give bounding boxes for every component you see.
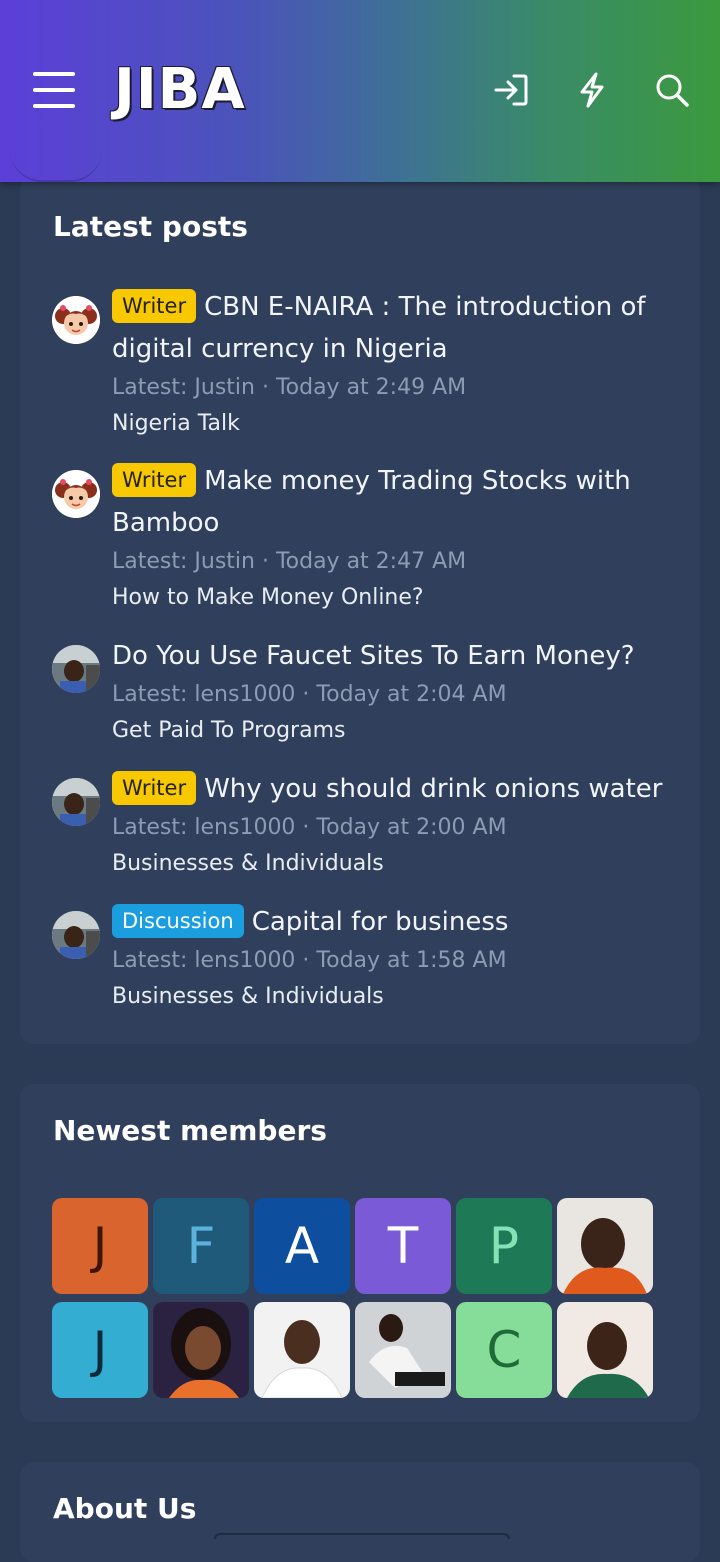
menu-icon[interactable]: [33, 72, 77, 108]
member-avatar[interactable]: T: [355, 1198, 451, 1294]
whats-new-icon[interactable]: [572, 70, 612, 110]
latest-posts-title: Latest posts: [53, 210, 248, 243]
avatar[interactable]: [52, 296, 100, 344]
member-avatar[interactable]: [557, 1198, 653, 1294]
post-meta[interactable]: Latest: lens1000 · Today at 2:00 AM: [112, 810, 672, 846]
member-avatar[interactable]: [557, 1302, 653, 1398]
avatar[interactable]: [52, 911, 100, 959]
post-item[interactable]: Discussion Capital for business Latest: l…: [52, 904, 672, 1031]
post-forum[interactable]: How to Make Money Online?: [112, 580, 672, 616]
post-item[interactable]: Writer CBN E-NAIRA : The introduction of …: [52, 289, 672, 456]
member-avatar[interactable]: [153, 1302, 249, 1398]
post-meta[interactable]: Latest: Justin · Today at 2:47 AM: [112, 544, 672, 580]
post-meta[interactable]: Latest: Justin · Today at 2:49 AM: [112, 370, 672, 406]
post-title[interactable]: Writer Why you should drink onions water: [112, 768, 672, 810]
avatar[interactable]: [52, 645, 100, 693]
post-forum[interactable]: Get Paid To Programs: [112, 713, 672, 749]
member-avatar[interactable]: A: [254, 1198, 350, 1294]
top-header: JIBA: [0, 0, 720, 182]
newest-members-card: Newest members J F A T P J C: [20, 1084, 700, 1422]
member-avatar[interactable]: F: [153, 1198, 249, 1294]
post-title-text[interactable]: Do You Use Faucet Sites To Earn Money?: [112, 641, 635, 671]
post-meta[interactable]: Latest: lens1000 · Today at 2:04 AM: [112, 677, 672, 713]
about-image-frame: [214, 1533, 510, 1539]
post-title[interactable]: Do You Use Faucet Sites To Earn Money?: [112, 635, 672, 677]
post-forum[interactable]: Businesses & Individuals: [112, 979, 672, 1015]
member-avatar[interactable]: [355, 1302, 451, 1398]
post-item[interactable]: Do You Use Faucet Sites To Earn Money? L…: [52, 641, 672, 765]
post-meta[interactable]: Latest: lens1000 · Today at 1:58 AM: [112, 943, 672, 979]
avatar[interactable]: [52, 470, 100, 518]
search-icon[interactable]: [652, 70, 692, 110]
avatar[interactable]: [52, 778, 100, 826]
newest-members-title: Newest members: [53, 1114, 327, 1147]
post-forum[interactable]: Nigeria Talk: [112, 406, 672, 442]
member-avatar[interactable]: C: [456, 1302, 552, 1398]
member-avatar[interactable]: J: [52, 1302, 148, 1398]
post-title[interactable]: Writer Make money Trading Stocks with Bam…: [112, 460, 672, 544]
member-avatar[interactable]: P: [456, 1198, 552, 1294]
about-us-title: About Us: [53, 1492, 197, 1525]
writer-badge: Writer: [112, 463, 197, 497]
post-title-text[interactable]: Capital for business: [252, 907, 509, 937]
post-title[interactable]: Writer CBN E-NAIRA : The introduction of …: [112, 286, 672, 370]
login-icon[interactable]: [492, 70, 532, 110]
post-title-text[interactable]: Why you should drink onions water: [204, 774, 662, 804]
post-item[interactable]: Writer Why you should drink onions water …: [52, 771, 672, 898]
member-avatar[interactable]: J: [52, 1198, 148, 1294]
about-us-card: About Us: [20, 1462, 700, 1562]
site-logo[interactable]: JIBA: [114, 58, 246, 122]
discussion-badge: Discussion: [112, 904, 244, 938]
post-item[interactable]: Writer Make money Trading Stocks with Bam…: [52, 463, 672, 630]
latest-posts-card: Latest posts Writer CBN E-NAIRA : The int…: [20, 176, 700, 1044]
writer-badge: Writer: [112, 289, 197, 323]
member-avatar[interactable]: [254, 1302, 350, 1398]
post-forum[interactable]: Businesses & Individuals: [112, 846, 672, 882]
header-tab: [10, 150, 102, 182]
writer-badge: Writer: [112, 771, 197, 805]
post-title[interactable]: Discussion Capital for business: [112, 901, 672, 943]
